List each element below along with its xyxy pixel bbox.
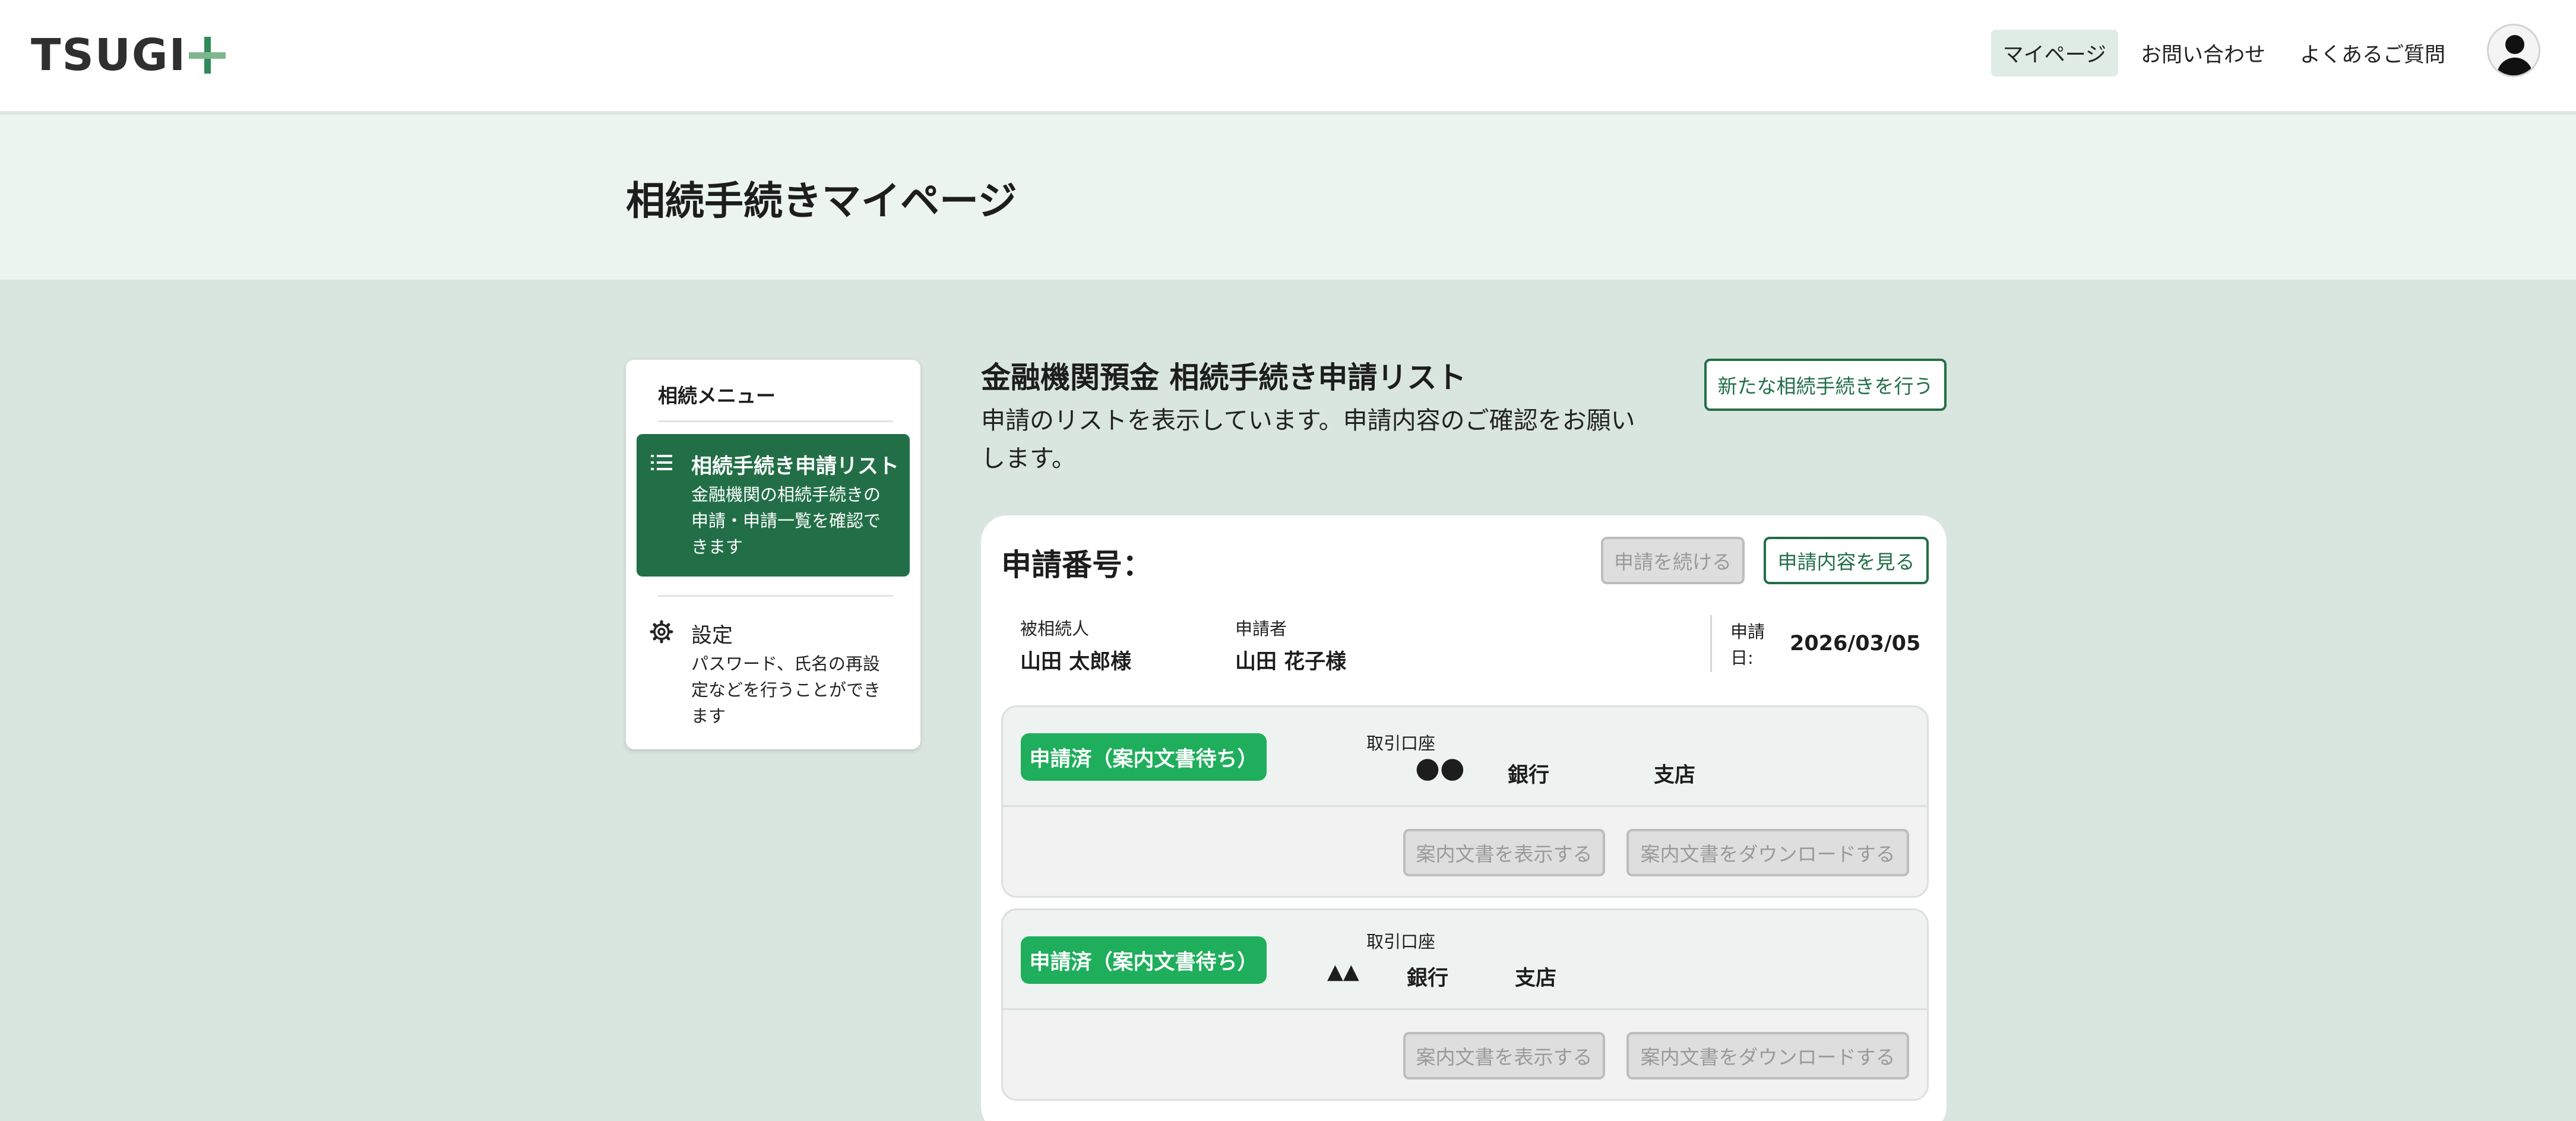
- application-number: 申請番号：: [1001, 548, 1153, 583]
- bank-name: 銀行: [1407, 967, 1449, 990]
- sidebar-item-description: 金融機関の相続手続きの申請・申請一覧を確認できます: [691, 484, 881, 557]
- sidebar-item-description: パスワード、氏名の再設定などを行うことができます: [691, 654, 881, 726]
- applicant-name: 山田 花子様: [1235, 650, 1347, 674]
- gear-icon: [650, 620, 673, 644]
- list-icon: [651, 455, 672, 470]
- download-document-button[interactable]: 案内文書をダウンロードする: [1626, 829, 1909, 876]
- continue-application-button[interactable]: 申請を続ける: [1601, 537, 1745, 584]
- inheritance-menu: 相続メニュー 相続手続き申請リスト 金融機関の相続手続きの申請・申請一覧を確認で…: [626, 360, 920, 749]
- application-card: 申請番号： 申請を続ける 申請内容を見る 被相続人 山田 太郎様 申請者 山田 …: [981, 515, 1947, 1121]
- deceased-label: 被相続人: [1020, 619, 1090, 639]
- logo-plus-icon: [189, 37, 226, 74]
- account-summary: 申請済（案内文書待ち） 取引口座 ●● 銀行 支店: [1003, 707, 1927, 807]
- application-date-label: 申請日:: [1730, 622, 1765, 668]
- sidebar-divider: [658, 420, 893, 422]
- header-nav: マイページ お問い合わせ よくあるご質問: [1990, 30, 2457, 77]
- logo-text: TSUGI: [31, 30, 187, 81]
- nav-mypage[interactable]: マイページ: [1990, 30, 2118, 77]
- nav-faq[interactable]: よくあるご質問: [2288, 30, 2457, 77]
- tsugi-logo[interactable]: TSUGI: [31, 30, 226, 81]
- bank-name: 銀行: [1508, 764, 1550, 787]
- account-actions: 案内文書を表示する 案内文書をダウンロードする: [1003, 809, 1927, 896]
- account-actions: 案内文書を表示する 案内文書をダウンロードする: [1003, 1012, 1927, 1099]
- status-badge: 申請済（案内文書待ち）: [1021, 936, 1267, 984]
- bank-mark: ▲▲: [1327, 960, 1359, 984]
- top-header: TSUGI マイページ お問い合わせ よくあるご質問: [0, 0, 2576, 113]
- sidebar-item-application-list[interactable]: 相続手続き申請リスト 金融機関の相続手続きの申請・申請一覧を確認できます: [637, 434, 910, 577]
- download-document-button[interactable]: 案内文書をダウンロードする: [1626, 1032, 1909, 1079]
- status-badge: 申請済（案内文書待ち）: [1021, 733, 1267, 781]
- view-application-button[interactable]: 申請内容を見る: [1764, 537, 1929, 584]
- branch-name: 支店: [1654, 764, 1696, 787]
- nav-contact[interactable]: お問い合わせ: [2129, 30, 2277, 77]
- account-label: 取引口座: [1366, 932, 1436, 952]
- application-date: 2026/03/05: [1790, 632, 1921, 656]
- sidebar-item-settings[interactable]: 設定 パスワード、氏名の再設定などを行うことができます: [637, 603, 910, 734]
- sidebar-heading: 相続メニュー: [658, 384, 776, 407]
- bank-mark: ●●: [1415, 751, 1465, 784]
- sidebar-item-label: 相続手続き申請リスト: [691, 455, 900, 479]
- sidebar-item-label: 設定: [691, 624, 733, 648]
- account-summary: 申請済（案内文書待ち） 取引口座 ▲▲ 銀行 支店: [1003, 910, 1927, 1010]
- applicant-label: 申請者: [1235, 619, 1287, 639]
- branch-name: 支店: [1515, 967, 1557, 990]
- show-document-button[interactable]: 案内文書を表示する: [1403, 1032, 1605, 1079]
- page-title-band: 相続手続きマイページ: [0, 115, 2576, 280]
- page-title: 相続手続きマイページ: [626, 178, 1017, 224]
- user-avatar-icon[interactable]: [2487, 24, 2540, 77]
- deceased-name: 山田 太郎様: [1020, 650, 1132, 674]
- main-title: 金融機関預金 相続手続き申請リスト: [981, 360, 1467, 395]
- account-item: 申請済（案内文書待ち） 取引口座 ▲▲ 銀行 支店 案内文書を表示する 案内文書…: [1001, 908, 1929, 1101]
- sidebar-divider: [658, 595, 893, 597]
- account-item: 申請済（案内文書待ち） 取引口座 ●● 銀行 支店 案内文書を表示する 案内文書…: [1001, 705, 1929, 898]
- new-procedure-button[interactable]: 新たな相続手続きを行う: [1704, 359, 1947, 411]
- main-description: 申請のリストを表示しています。申請内容のご確認をお願いします。: [981, 406, 1635, 473]
- info-divider: [1710, 615, 1712, 672]
- show-document-button[interactable]: 案内文書を表示する: [1403, 829, 1605, 876]
